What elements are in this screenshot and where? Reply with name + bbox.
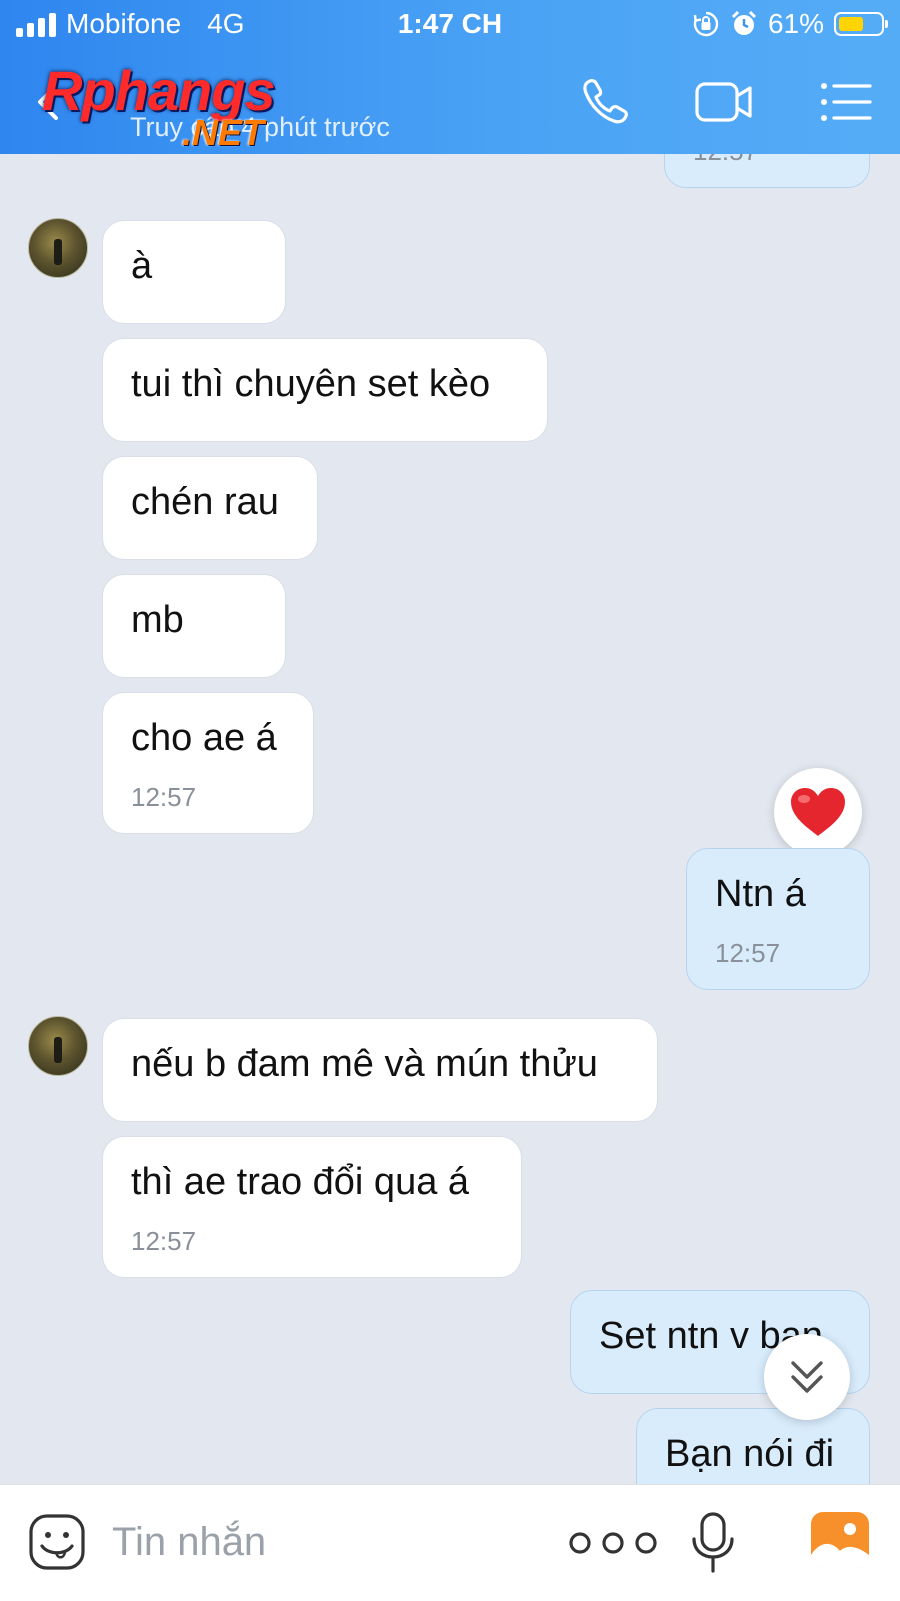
message-bubble-outgoing[interactable]: Bạn nói đi <box>636 1408 870 1484</box>
nav-bar: Truy cập 4 phút trước Rphangs .NET <box>0 52 900 154</box>
message-text: Bạn nói đi <box>665 1433 835 1475</box>
message-bubble-outgoing[interactable]: Ntn á 12:57 <box>686 848 870 990</box>
message-bubble-outgoing[interactable]: 12:57 <box>664 154 870 188</box>
message-text: cho ae á <box>131 717 277 759</box>
menu-list-icon[interactable] <box>818 74 878 130</box>
message-text: tui thì chuyên set kèo <box>131 363 491 405</box>
contact-avatar[interactable] <box>28 218 88 278</box>
logo-suffix: .NET <box>182 112 265 153</box>
message-text: à <box>131 245 153 287</box>
emoji-sticker-icon[interactable] <box>28 1513 86 1571</box>
phone-call-icon[interactable] <box>576 74 636 130</box>
heart-reaction-button[interactable] <box>774 768 862 856</box>
message-text: Ntn á <box>715 873 806 915</box>
message-bubble-incoming[interactable]: tui thì chuyên set kèo <box>102 338 548 442</box>
message-input[interactable] <box>110 1511 534 1573</box>
heart-icon <box>791 788 845 836</box>
message-composer <box>0 1484 900 1601</box>
message-list[interactable]: 12:57 à tui thì chuyên set kèo chén rau … <box>0 154 900 1484</box>
microphone-icon[interactable] <box>690 1511 736 1575</box>
rotation-lock-icon <box>693 11 719 37</box>
message-bubble-incoming[interactable]: à <box>102 220 286 324</box>
message-time: 12:57 <box>131 1226 197 1256</box>
video-call-icon[interactable] <box>694 74 754 130</box>
message-bubble-incoming[interactable]: nếu b đam mê và mún thửu <box>102 1018 658 1122</box>
message-bubble-incoming[interactable]: chén rau <box>102 456 318 560</box>
message-time: 12:57 <box>715 938 781 968</box>
chat-header: Mobifone 4G 1:47 CH 61% Truy cập 4 phút … <box>0 0 900 154</box>
status-bar: Mobifone 4G 1:47 CH 61% <box>0 0 900 50</box>
more-options-icon[interactable] <box>566 1525 660 1561</box>
status-right: 61% <box>692 8 888 40</box>
contact-avatar[interactable] <box>28 1016 88 1076</box>
message-bubble-incoming[interactable]: mb <box>102 574 286 678</box>
message-text: thì ae trao đổi qua á <box>131 1161 470 1203</box>
message-bubble-incoming[interactable]: thì ae trao đổi qua á 12:57 <box>102 1136 522 1278</box>
double-chevron-down-icon <box>791 1361 823 1393</box>
message-time: 12:57 <box>693 154 758 167</box>
message-time: 12:57 <box>131 782 197 812</box>
message-text: chén rau <box>131 481 279 523</box>
scroll-to-bottom-button[interactable] <box>764 1334 850 1420</box>
watermark-logo: Rphangs .NET <box>42 58 322 154</box>
battery-icon <box>834 12 888 36</box>
photo-gallery-icon[interactable] <box>810 1511 870 1569</box>
message-text: nếu b đam mê và mún thửu <box>131 1043 598 1085</box>
message-bubble-incoming[interactable]: cho ae á 12:57 <box>102 692 314 834</box>
alarm-icon <box>731 10 757 35</box>
battery-percent: 61% <box>767 8 824 39</box>
message-text: mb <box>131 599 184 641</box>
